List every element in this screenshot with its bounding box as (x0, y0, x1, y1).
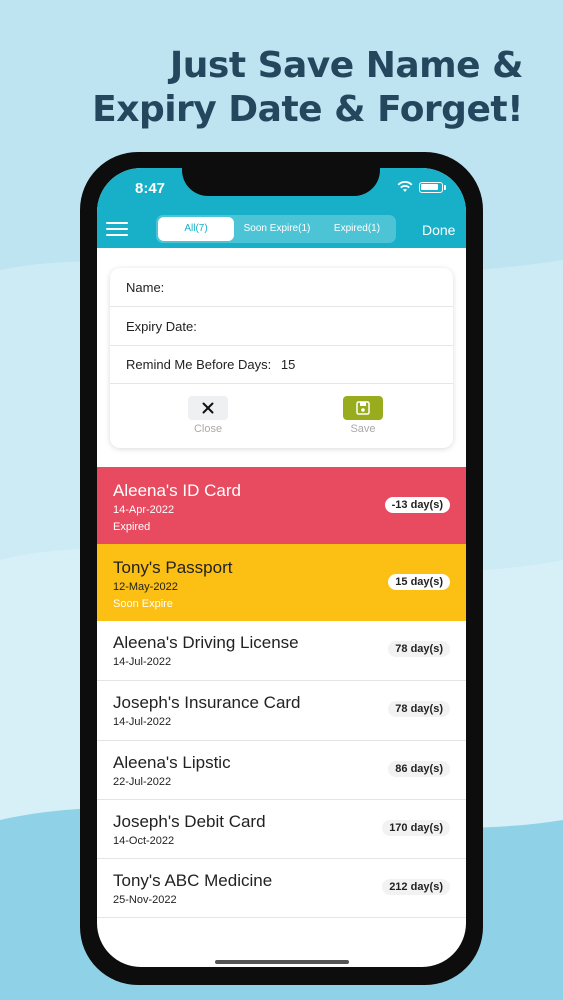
remind-days-field[interactable]: Remind Me Before Days: 15 (126, 357, 295, 372)
close-label: Close (193, 423, 223, 435)
days-badge: -13 day(s) (384, 497, 450, 513)
floppy-disk-icon (356, 401, 370, 415)
item-name: Joseph's Insurance Card (113, 693, 301, 712)
item-name: Aleena's Driving License (113, 633, 299, 652)
headline-line-2: Expiry Date & Forget! (92, 89, 523, 130)
divider (110, 306, 453, 307)
status-time: 8:47 (135, 180, 166, 197)
item-status: Soon Expire (113, 598, 173, 610)
save-label: Save (350, 423, 376, 435)
add-item-form: Name: Expiry Date: Remind Me Before Days… (110, 268, 453, 448)
hamburger-menu-icon[interactable] (106, 222, 128, 238)
tab-expired[interactable]: Expired(1) (320, 217, 394, 241)
phone-screen: 8:47 All(7) Soon Expire(1) Expired(1) Do… (97, 168, 466, 967)
expiry-date-field[interactable]: Expiry Date: (126, 319, 197, 334)
expiry-date-label: Expiry Date: (126, 319, 197, 334)
list-item[interactable]: Joseph's Debit Card 14-Oct-2022 170 day(… (97, 800, 466, 859)
item-date: 14-Jul-2022 (113, 716, 172, 728)
tab-all[interactable]: All(7) (158, 217, 234, 241)
days-badge: 15 day(s) (388, 574, 450, 590)
list-item[interactable]: Joseph's Insurance Card 14-Jul-2022 78 d… (97, 681, 466, 741)
headline: Just Save Name & Expiry Date & Forget! (0, 44, 563, 132)
nav-bar: All(7) Soon Expire(1) Expired(1) Done (97, 212, 466, 248)
item-name: Aleena's Lipstic (113, 753, 231, 772)
item-date: 22-Jul-2022 (113, 776, 172, 788)
done-button[interactable]: Done (422, 222, 455, 238)
item-date: 14-Oct-2022 (113, 835, 175, 847)
item-name: Aleena's ID Card (113, 481, 241, 500)
headline-line-1: Just Save Name & (169, 45, 524, 86)
divider (110, 345, 453, 346)
battery-icon (419, 182, 443, 193)
battery-tip (444, 185, 446, 190)
days-badge: 86 day(s) (388, 761, 450, 777)
item-status: Expired (113, 521, 151, 533)
filter-segmented-control: All(7) Soon Expire(1) Expired(1) (156, 215, 396, 243)
days-badge: 212 day(s) (382, 879, 450, 895)
remind-days-label: Remind Me Before Days: (126, 357, 272, 372)
list-item[interactable]: Tony's Passport 12-May-2022 Soon Expire … (97, 544, 466, 621)
days-badge: 78 day(s) (388, 701, 450, 717)
list-item[interactable]: Aleena's Lipstic 22-Jul-2022 86 day(s) (97, 741, 466, 800)
list-item[interactable]: Aleena's ID Card 14-Apr-2022 Expired -13… (97, 467, 466, 544)
item-date: 12-May-2022 (113, 581, 178, 593)
list-item[interactable]: Tony's ABC Medicine 25-Nov-2022 212 day(… (97, 859, 466, 918)
home-indicator (215, 960, 349, 964)
item-name: Tony's Passport (113, 558, 233, 577)
tab-soon-expire[interactable]: Soon Expire(1) (234, 217, 320, 241)
item-name: Tony's ABC Medicine (113, 871, 273, 890)
item-date: 14-Apr-2022 (113, 504, 175, 516)
close-icon (202, 402, 214, 414)
list-item[interactable]: Aleena's Driving License 14-Jul-2022 78 … (97, 621, 466, 681)
divider (110, 383, 453, 384)
remind-days-value: 15 (280, 357, 296, 372)
item-date: 25-Nov-2022 (113, 894, 177, 906)
name-label: Name: (126, 280, 165, 295)
phone-notch (182, 152, 380, 196)
days-badge: 170 day(s) (382, 820, 450, 836)
item-name: Joseph's Debit Card (113, 812, 266, 831)
close-button[interactable] (188, 396, 228, 420)
name-field[interactable]: Name: (126, 280, 164, 295)
item-date: 14-Jul-2022 (113, 656, 172, 668)
wifi-icon (397, 181, 413, 192)
days-badge: 78 day(s) (388, 641, 450, 657)
save-button[interactable] (343, 396, 383, 420)
